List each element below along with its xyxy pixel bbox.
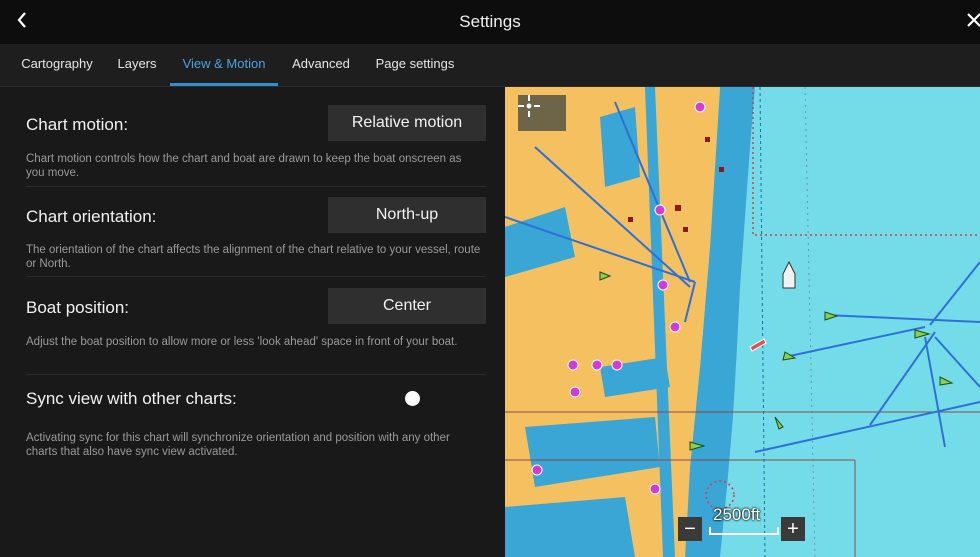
divider [26, 374, 486, 375]
chart-orientation-description: The orientation of the chart affects the… [26, 244, 481, 270]
chart-orientation-label: Chart orientation: [26, 207, 157, 226]
chart-preview[interactable]: − 2500ft + [505, 87, 980, 557]
close-icon [967, 13, 980, 27]
sync-view-description: Activating sync for this chart will sync… [26, 432, 450, 458]
zoom-out-button[interactable]: − [678, 517, 702, 541]
boat-position-description: Adjust the boat position to allow more o… [26, 336, 458, 348]
sync-view-toggle[interactable] [390, 391, 420, 409]
chevron-left-icon [17, 12, 26, 28]
scale-label: 2500ft [713, 505, 761, 524]
settings-panel: Chart motion: Relative motion Chart moti… [0, 87, 505, 557]
nautical-chart-image [505, 87, 980, 557]
tab-layers[interactable]: Layers [116, 44, 158, 86]
sync-view-label: Sync view with other charts: [26, 389, 237, 408]
boat-position-label: Boat position: [26, 298, 130, 317]
chart-orientation-button[interactable]: North-up [328, 197, 486, 233]
tab-bar: Cartography Layers View & Motion Advance… [0, 44, 980, 87]
title-bar: Settings [0, 0, 980, 44]
boat-position-button[interactable]: Center [328, 288, 486, 324]
close-button[interactable] [958, 8, 980, 32]
tab-page-settings[interactable]: Page settings [373, 44, 457, 86]
chart-motion-description: Chart motion controls how the chart and … [26, 153, 462, 179]
tab-view-motion[interactable]: View & Motion [170, 44, 278, 86]
back-button[interactable] [10, 8, 34, 32]
page-title: Settings [459, 12, 521, 31]
chart-motion-button[interactable]: Relative motion [328, 105, 486, 141]
toggle-knob [405, 391, 420, 406]
chart-motion-label: Chart motion: [26, 115, 129, 134]
divider [26, 276, 486, 277]
zoom-in-button[interactable]: + [781, 517, 805, 541]
divider [26, 186, 486, 187]
locate-button[interactable] [518, 95, 566, 131]
tab-advanced[interactable]: Advanced [290, 44, 352, 86]
crosshair-icon [518, 95, 540, 117]
tab-cartography[interactable]: Cartography [20, 44, 94, 86]
scale-bar [709, 527, 779, 535]
